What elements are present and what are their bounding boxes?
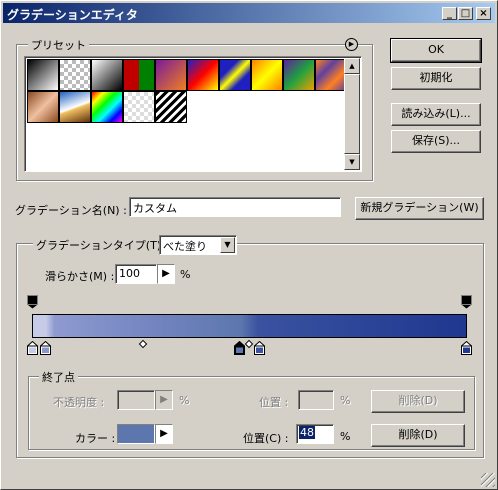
color-location-value: 48 bbox=[299, 426, 315, 439]
gradient-editor-window: グラデーションエディタ _ □ × プリセット ▶ ▲ ▼ OK 初期化 読み込… bbox=[0, 0, 498, 490]
close-button[interactable]: × bbox=[476, 7, 491, 20]
color-label: カラー : bbox=[75, 432, 116, 445]
opacity-location-label: 位置 : bbox=[259, 396, 289, 409]
opacity-arrow-icon[interactable]: ▶ bbox=[155, 390, 173, 410]
smoothness-label: 滑らかさ(M) : bbox=[45, 270, 115, 283]
preset-scrollbar[interactable]: ▲ ▼ bbox=[344, 58, 360, 170]
delete-opacity-button[interactable]: 削除(D) bbox=[371, 390, 465, 413]
save-button[interactable]: 保存(S)... bbox=[391, 130, 481, 153]
preset-blue-yellow-blue[interactable] bbox=[219, 59, 251, 91]
color-stop-2[interactable] bbox=[39, 340, 52, 355]
preset-copper[interactable] bbox=[315, 59, 347, 91]
smoothness-arrow-icon[interactable]: ▶ bbox=[157, 264, 175, 284]
ok-button[interactable]: OK bbox=[390, 38, 482, 63]
new-gradient-button[interactable]: 新規グラデーション(W) bbox=[355, 197, 484, 220]
opacity-unit: % bbox=[179, 394, 190, 407]
smoothness-input[interactable]: 100 bbox=[115, 264, 157, 284]
preset-red-green[interactable] bbox=[123, 59, 155, 91]
scroll-up-icon[interactable]: ▲ bbox=[344, 58, 360, 74]
opacity-location-input[interactable] bbox=[298, 390, 334, 410]
opacity-stop-right[interactable] bbox=[461, 295, 472, 309]
opacity-input[interactable] bbox=[117, 390, 155, 410]
presets-menu-icon[interactable]: ▶ bbox=[345, 38, 358, 51]
color-stop-3[interactable] bbox=[233, 340, 246, 355]
opacity-location-unit: % bbox=[340, 394, 351, 407]
preset-stripes[interactable] bbox=[155, 91, 187, 123]
preset-orange-yellow[interactable] bbox=[251, 59, 283, 91]
preset-transparent[interactable] bbox=[59, 59, 91, 91]
preset-white-black[interactable] bbox=[91, 59, 123, 91]
presets-label: プリセット bbox=[28, 37, 89, 53]
maximize-button[interactable]: □ bbox=[458, 7, 473, 20]
color-location-unit: % bbox=[340, 430, 351, 443]
preset-violet-green-orange[interactable] bbox=[283, 59, 315, 91]
preset-spectrum[interactable] bbox=[91, 91, 123, 123]
preset-chrome[interactable] bbox=[59, 91, 91, 123]
color-location-input[interactable]: 48 bbox=[296, 424, 334, 444]
preset-chrome-copper[interactable] bbox=[27, 91, 59, 123]
preset-blue-red-yellow[interactable] bbox=[187, 59, 219, 91]
gradient-name-label: グラデーション名(N) : bbox=[15, 204, 127, 217]
color-location-label: 位置(C) : bbox=[243, 432, 289, 445]
gradient-bar[interactable] bbox=[32, 314, 467, 338]
opacity-stop-left[interactable] bbox=[27, 295, 38, 309]
gradient-type-select[interactable]: べた塗り ▼ bbox=[159, 235, 237, 255]
preset-black-white[interactable] bbox=[27, 59, 59, 91]
gradient-name-input[interactable]: カスタム bbox=[129, 197, 341, 217]
color-stop-1[interactable] bbox=[26, 340, 39, 355]
load-button[interactable]: 読み込み(L)... bbox=[391, 103, 481, 126]
color-swatch[interactable] bbox=[117, 424, 155, 444]
gradient-type-label: グラデーションタイプ(T) : bbox=[33, 237, 172, 253]
smoothness-unit: % bbox=[180, 268, 191, 281]
scroll-thumb[interactable] bbox=[344, 74, 360, 154]
stops-label: 終了点 bbox=[39, 369, 78, 385]
preset-violet-orange[interactable] bbox=[155, 59, 187, 91]
color-arrow-icon[interactable]: ▶ bbox=[155, 424, 173, 444]
resize-grip-icon[interactable] bbox=[481, 473, 495, 487]
window-title: グラデーションエディタ bbox=[7, 8, 138, 22]
opacity-label: 不透明度 : bbox=[53, 396, 105, 409]
preset-transparent-rainbow[interactable] bbox=[123, 91, 155, 123]
preset-list: ▲ ▼ bbox=[24, 56, 362, 172]
scroll-down-icon[interactable]: ▼ bbox=[344, 154, 360, 170]
color-stop-4[interactable] bbox=[253, 340, 266, 355]
color-stop-5[interactable] bbox=[460, 340, 473, 355]
chevron-down-icon[interactable]: ▼ bbox=[220, 237, 235, 253]
gradient-type-value: べた塗り bbox=[163, 240, 207, 253]
delete-color-button[interactable]: 削除(D) bbox=[371, 424, 465, 447]
minimize-button[interactable]: _ bbox=[442, 7, 457, 20]
title-bar[interactable]: グラデーションエディタ _ □ × bbox=[3, 3, 495, 23]
reset-button[interactable]: 初期化 bbox=[391, 67, 481, 90]
